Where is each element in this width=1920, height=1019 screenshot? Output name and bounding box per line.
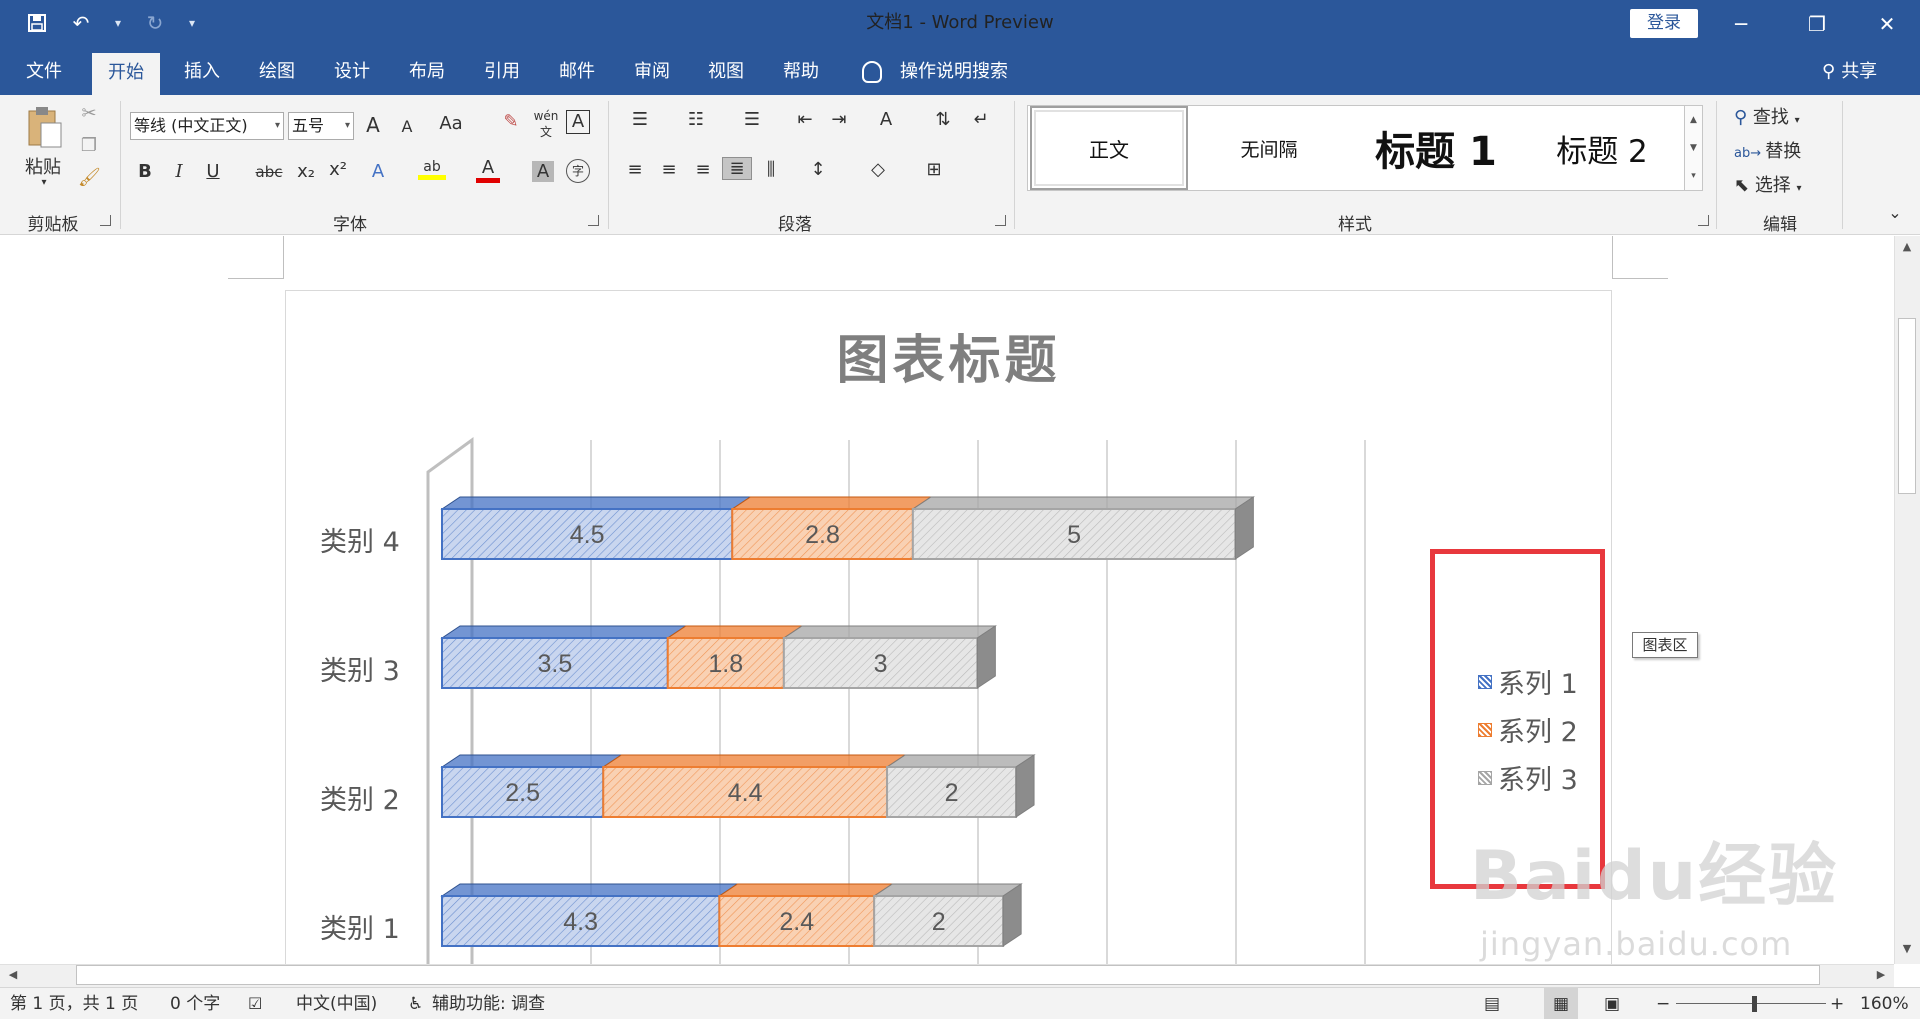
bar-top-face[interactable] xyxy=(666,625,804,639)
legend-swatch xyxy=(1478,722,1492,737)
zoom-in-icon[interactable]: + xyxy=(1830,988,1844,1019)
bar-top-face[interactable] xyxy=(730,496,933,510)
bar-top-face[interactable] xyxy=(440,754,623,768)
scroll-up-arrow-icon[interactable]: ▲ xyxy=(1898,240,1916,253)
bar-top-face[interactable] xyxy=(872,883,1023,897)
bar-top-face[interactable] xyxy=(782,625,998,639)
legend-swatch xyxy=(1478,674,1492,689)
data-label: 5 xyxy=(1067,521,1081,549)
language[interactable]: 中文(中国) xyxy=(296,988,377,1019)
data-label: 2.8 xyxy=(805,521,840,549)
proofing-icon[interactable]: ☑ xyxy=(248,988,262,1019)
data-label: 2.4 xyxy=(779,908,814,936)
web-layout-icon[interactable]: ▣ xyxy=(1604,988,1620,1019)
data-label: 2 xyxy=(932,908,946,936)
read-mode-icon[interactable]: ▤ xyxy=(1484,988,1500,1019)
data-label: 4.5 xyxy=(570,521,605,549)
zoom-level[interactable]: 160% xyxy=(1860,988,1909,1019)
watermark-logo: Baidu经验 xyxy=(1470,837,1839,916)
legend-label: 系列 1 xyxy=(1498,669,1578,700)
watermark-url: jingyan.baidu.com xyxy=(1480,925,1793,963)
accessibility-icon: ♿ xyxy=(408,994,424,1014)
legend-item[interactable]: 系列 2 xyxy=(1478,710,1578,749)
category-label: 类别 3 xyxy=(320,656,400,687)
scroll-down-arrow-icon[interactable]: ▼ xyxy=(1898,942,1916,955)
page-count[interactable]: 第 1 页，共 1 页 xyxy=(10,988,138,1019)
bar-top-face[interactable] xyxy=(717,883,894,897)
zoom-out-icon[interactable]: − xyxy=(1656,988,1670,1019)
bar-top-face[interactable] xyxy=(885,754,1036,768)
zoom-slider-thumb[interactable] xyxy=(1752,996,1757,1012)
data-label: 4.4 xyxy=(728,779,763,807)
legend-label: 系列 3 xyxy=(1498,765,1578,796)
data-label: 1.8 xyxy=(708,650,743,678)
category-label: 类别 4 xyxy=(320,527,400,558)
category-label: 类别 2 xyxy=(320,785,400,816)
scroll-right-arrow-icon[interactable]: ▶ xyxy=(1872,968,1890,981)
legend-item[interactable]: 系列 3 xyxy=(1478,758,1578,797)
legend-label: 系列 2 xyxy=(1498,717,1578,748)
bar-top-face[interactable] xyxy=(601,754,907,768)
data-label: 3 xyxy=(874,650,888,678)
legend-item[interactable]: 系列 1 xyxy=(1478,662,1578,701)
legend-swatch xyxy=(1478,770,1492,785)
data-label: 4.3 xyxy=(563,908,598,936)
bar-top-face[interactable] xyxy=(440,496,752,510)
scroll-left-arrow-icon[interactable]: ◀ xyxy=(4,968,22,981)
chart-area-tooltip: 图表区 xyxy=(1632,632,1698,658)
data-label: 2.5 xyxy=(505,779,540,807)
accessibility-status[interactable]: 辅助功能: 调查 xyxy=(432,988,545,1019)
zoom-slider[interactable] xyxy=(1676,1003,1826,1004)
bar-top-face[interactable] xyxy=(440,625,688,639)
bar-top-face[interactable] xyxy=(911,496,1256,510)
data-label: 2 xyxy=(945,779,959,807)
data-label: 3.5 xyxy=(537,650,572,678)
word-count[interactable]: 0 个字 xyxy=(170,988,220,1019)
category-label: 类别 1 xyxy=(320,914,400,945)
horizontal-scroll-thumb[interactable] xyxy=(76,965,1820,985)
vertical-scroll-thumb[interactable] xyxy=(1898,318,1916,494)
print-layout-icon[interactable]: ▦ xyxy=(1544,988,1578,1019)
bar-top-face[interactable] xyxy=(440,883,740,897)
status-bar: 第 1 页，共 1 页 0 个字 ☑ 中文(中国) ♿ 辅助功能: 调查 ▤ ▦… xyxy=(0,987,1920,1019)
